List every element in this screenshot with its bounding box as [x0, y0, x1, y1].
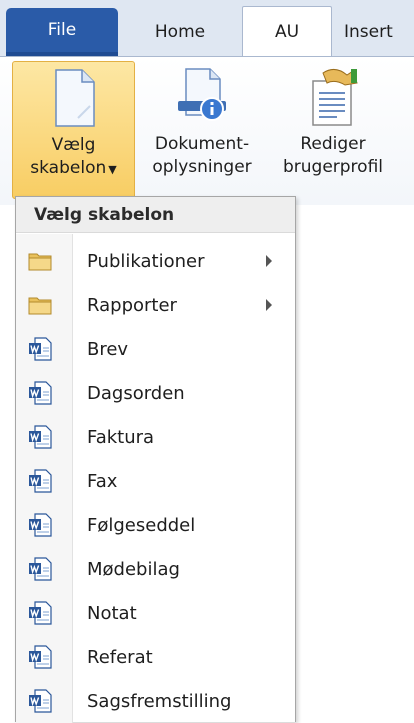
menu-item-label: Fax	[87, 470, 118, 492]
word-document-icon	[29, 381, 52, 405]
document-info-line1: Dokument-	[154, 134, 250, 154]
menu-item-dagsorden[interactable]: Dagsorden	[16, 371, 295, 415]
choose-template-button[interactable]: Vælg skabelon ▼	[12, 61, 135, 199]
tab-au-label: AU	[274, 22, 300, 42]
menu-item-referat[interactable]: Referat	[16, 635, 295, 679]
word-document-icon	[29, 337, 52, 361]
menu-item-faktura[interactable]: Faktura	[16, 415, 295, 459]
menu-item-label: Sagsfremstilling	[87, 690, 232, 712]
word-document-icon	[29, 513, 52, 537]
chevron-down-icon: ▼	[108, 163, 117, 176]
menu-item-fax[interactable]: Fax	[16, 459, 295, 503]
edit-profile-line1: Rediger	[300, 134, 366, 154]
choose-template-line1: Vælg	[51, 135, 96, 155]
document-info-button[interactable]: Dokument- oplysninger	[141, 61, 263, 199]
choose-template-line2-wrap: skabelon ▼	[30, 157, 116, 181]
menu-item-moedebilag[interactable]: Mødebilag	[16, 547, 295, 591]
word-document-icon	[29, 425, 52, 449]
menu-item-sagsfremstilling[interactable]: Sagsfremstilling	[16, 679, 295, 723]
tab-au[interactable]: AU	[242, 6, 332, 57]
menu-item-label: Rapporter	[87, 294, 177, 316]
menu-item-label: Referat	[87, 646, 153, 668]
ribbon-panel: Vælg skabelon ▼ Dokument- oplysninger Red…	[0, 56, 414, 205]
submenu-arrow-icon	[266, 299, 272, 311]
word-document-icon	[29, 469, 52, 493]
word-document-icon	[29, 689, 52, 713]
hand-document-icon	[312, 69, 358, 126]
menu-item-label: Faktura	[87, 426, 155, 448]
edit-user-profile-button[interactable]: Rediger brugerprofil	[268, 61, 398, 199]
menu-item-label: Følgeseddel	[87, 514, 196, 536]
edit-profile-line2: brugerprofil	[282, 157, 384, 177]
word-document-icon	[29, 601, 52, 625]
menu-item-publikationer[interactable]: Publikationer	[16, 239, 295, 283]
tab-insert[interactable]: Insert	[344, 8, 414, 56]
menu-header: Vælg skabelon	[16, 197, 295, 233]
menu-item-brev[interactable]: Brev	[16, 327, 295, 371]
menu-item-label: Notat	[87, 602, 137, 624]
menu-item-foelgeseddel[interactable]: Følgeseddel	[16, 503, 295, 547]
menu-item-label: Publikationer	[87, 250, 205, 272]
document-info-line2: oplysninger	[152, 157, 252, 177]
tab-home-label: Home	[154, 22, 206, 42]
folder-icon	[28, 253, 52, 271]
blank-page-icon	[54, 69, 95, 127]
choose-template-line2: skabelon	[30, 158, 107, 178]
tab-insert-label: Insert	[344, 22, 393, 42]
folder-icon	[28, 297, 52, 315]
word-document-icon	[29, 645, 52, 669]
menu-item-label: Brev	[87, 338, 129, 360]
submenu-arrow-icon	[266, 255, 272, 267]
menu-item-label: Dagsorden	[87, 382, 185, 404]
document-info-icon	[178, 68, 226, 121]
word-document-icon	[29, 557, 52, 581]
tab-home[interactable]: Home	[130, 8, 230, 56]
choose-template-menu: Vælg skabelon Publikationer Rapporter Br…	[15, 196, 296, 723]
tab-file[interactable]: File	[6, 8, 118, 56]
tab-file-label: File	[47, 20, 77, 40]
menu-item-rapporter[interactable]: Rapporter	[16, 283, 295, 327]
menu-item-notat[interactable]: Notat	[16, 591, 295, 635]
ribbon-tab-strip: File Home AU Insert	[0, 0, 414, 57]
menu-item-label: Mødebilag	[87, 558, 180, 580]
